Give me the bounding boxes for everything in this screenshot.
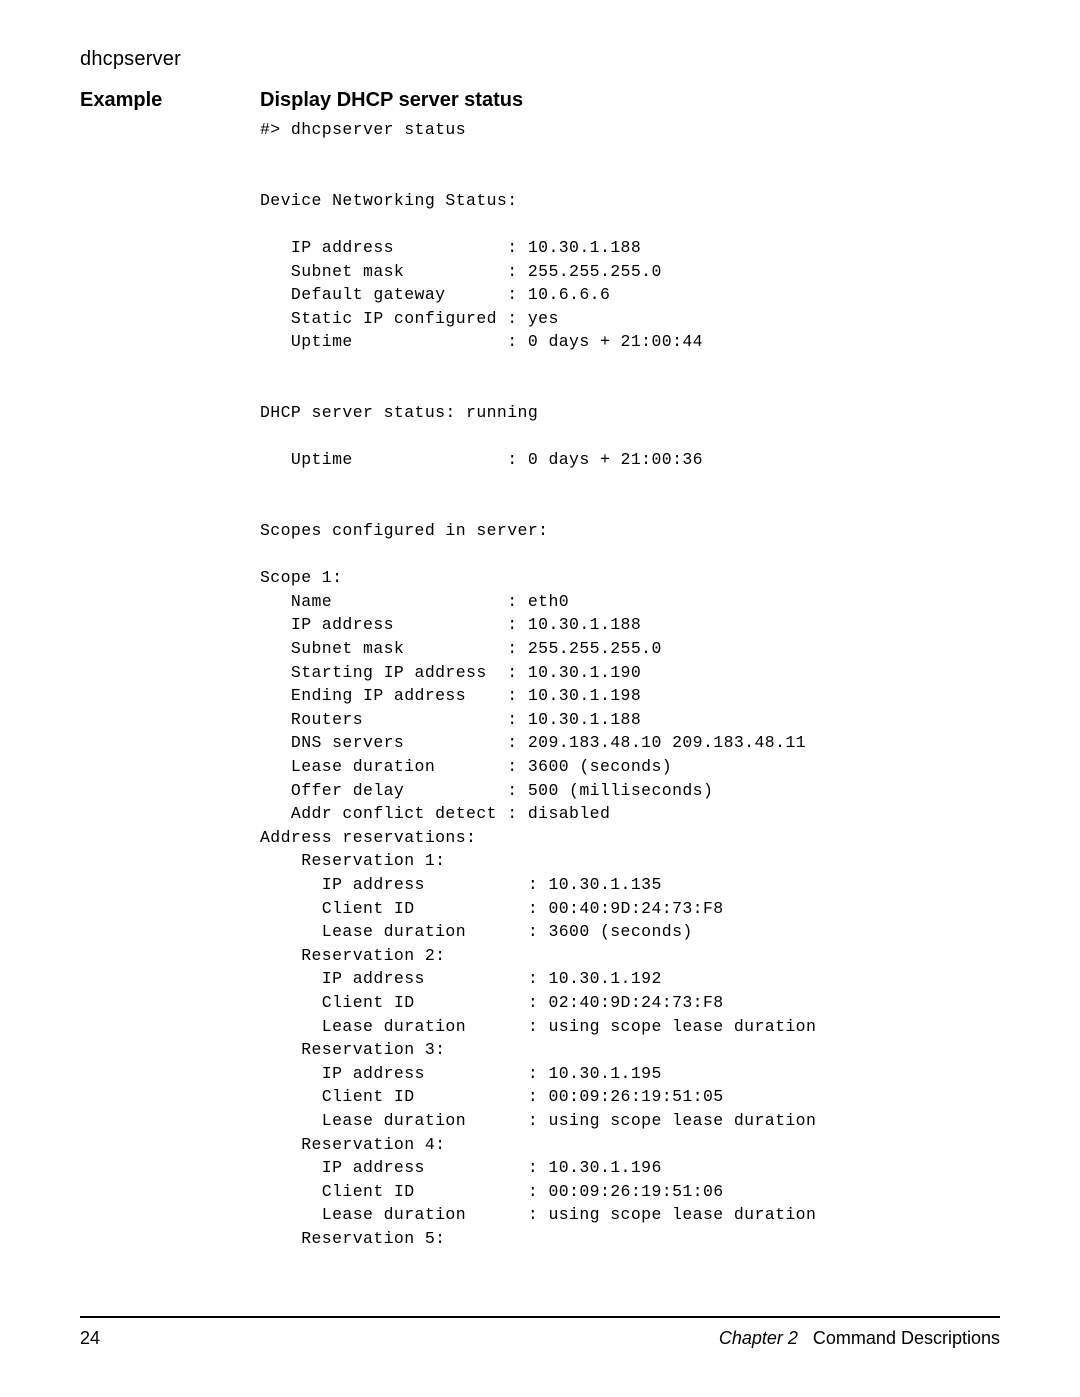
chapter-label: Chapter 2: [719, 1328, 798, 1348]
page: dhcpserver Example Display DHCP server s…: [0, 0, 1080, 1397]
chapter-info: Chapter 2 Command Descriptions: [719, 1328, 1000, 1349]
example-content: Display DHCP server status #> dhcpserver…: [260, 89, 1000, 1251]
example-subhead: Display DHCP server status: [260, 89, 1000, 112]
page-number: 24: [80, 1328, 100, 1349]
page-footer: 24 Chapter 2 Command Descriptions: [80, 1316, 1000, 1349]
content-grid: Example Display DHCP server status #> dh…: [80, 89, 1000, 1251]
footer-rule: [80, 1316, 1000, 1318]
chapter-spacer: [798, 1328, 813, 1348]
example-label: Example: [80, 89, 250, 1251]
terminal-output: #> dhcpserver status Device Networking S…: [260, 118, 1000, 1251]
page-header-command: dhcpserver: [80, 48, 1000, 71]
footer-row: 24 Chapter 2 Command Descriptions: [80, 1328, 1000, 1349]
chapter-title: Command Descriptions: [813, 1328, 1000, 1348]
